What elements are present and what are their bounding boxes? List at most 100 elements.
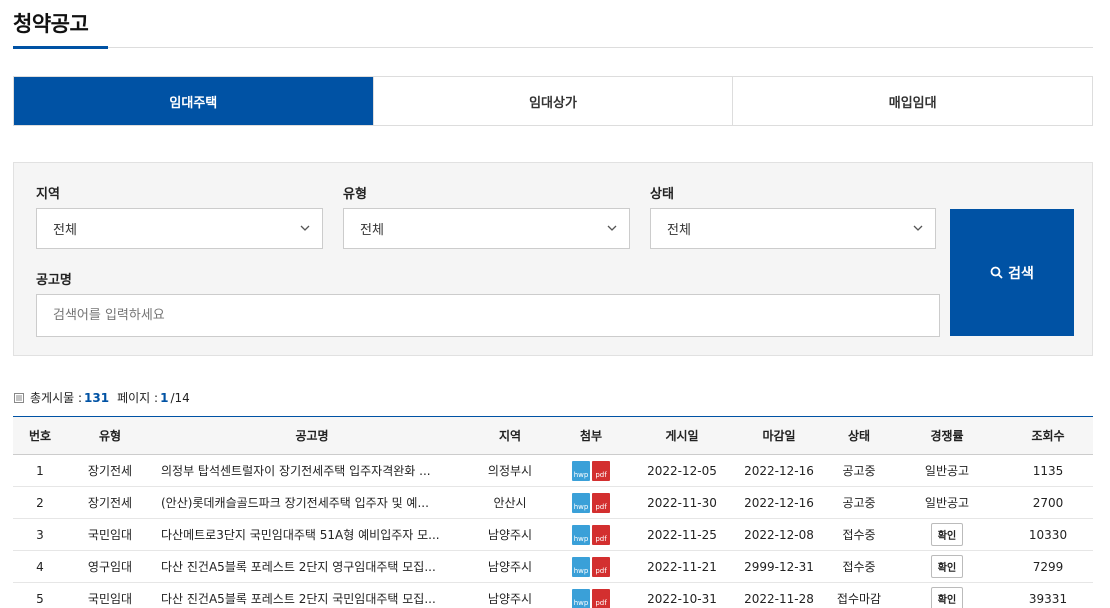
page-title: 청약공고 — [13, 12, 89, 36]
notice-title-link[interactable]: 다산메트로3단지 국민임대주택 51A형 예비입주자 모... — [153, 518, 471, 551]
tab-rental-store[interactable]: 임대상가 — [372, 77, 733, 125]
rate-text: 일반공고 — [924, 464, 970, 478]
cell-no: 2 — [13, 486, 67, 519]
cell-deadline: 2022-12-16 — [731, 454, 827, 487]
region-select[interactable]: 전체 — [36, 208, 323, 249]
total-count: 131 — [84, 390, 110, 405]
region-label: 지역 — [36, 187, 60, 202]
search-button[interactable]: 검색 — [950, 209, 1074, 336]
tab-rental-housing[interactable]: 임대주택 — [14, 77, 373, 125]
table-row[interactable]: 1 장기전세 의정부 탑석센트럴자이 장기전세주택 입주자격완화 ... 의정부시 hw… — [13, 454, 1093, 487]
header-region: 지역 — [471, 416, 549, 455]
search-input[interactable] — [36, 294, 940, 337]
type-select[interactable]: 전체 — [343, 208, 630, 249]
status-label: 상태 — [650, 187, 674, 202]
page-total: /14 — [170, 390, 190, 405]
tab-bar: 임대주택 임대상가 매입임대 — [13, 76, 1093, 126]
cell-posted-date: 2022-11-21 — [633, 550, 731, 583]
cell-competition-rate: 확인 — [891, 550, 1003, 583]
chevron-down-icon — [607, 225, 617, 231]
list-icon — [14, 392, 24, 403]
table-row[interactable]: 4 영구임대 다산 진건A5블록 포레스트 2단지 영구임대주택 모집... 남양주시… — [13, 550, 1093, 583]
cell-attachments: hwp pdf — [549, 454, 633, 487]
rate-confirm-button[interactable]: 확인 — [930, 523, 964, 546]
cell-competition-rate: 일반공고 — [891, 486, 1003, 519]
cell-region: 의정부시 — [471, 454, 549, 487]
cell-status: 접수마감 — [827, 582, 891, 608]
cell-type: 국민임대 — [67, 582, 153, 608]
search-icon — [990, 266, 1003, 279]
table-row[interactable]: 2 장기전세 (안산)롯데캐슬골드파크 장기전세주택 입주자 및 예... 안산시 hw… — [13, 486, 1093, 519]
hwp-file-icon[interactable]: hwp — [572, 492, 590, 513]
search-panel: 지역 전체 유형 전체 상태 전체 공고명 검색 — [13, 162, 1093, 356]
title-divider — [13, 47, 1093, 48]
cell-attachments: hwp pdf — [549, 486, 633, 519]
header-type: 유형 — [67, 416, 153, 455]
cell-type: 장기전세 — [67, 486, 153, 519]
header-no: 번호 — [13, 416, 67, 455]
cell-status: 접수중 — [827, 518, 891, 551]
notice-title-link[interactable]: 다산 진건A5블록 포레스트 2단지 국민임대주택 모집... — [153, 582, 471, 608]
header-competition-rate: 경쟁률 — [891, 416, 1003, 455]
cell-posted-date: 2022-12-05 — [633, 454, 731, 487]
rate-confirm-button[interactable]: 확인 — [930, 587, 964, 608]
page-current: 1 — [160, 390, 169, 405]
page-label: 페이지 : — [117, 391, 159, 405]
cell-no: 1 — [13, 454, 67, 487]
pdf-file-icon[interactable]: pdf — [592, 492, 610, 513]
table-row[interactable]: 5 국민임대 다산 진건A5블록 포레스트 2단지 국민임대주택 모집... 남양주시… — [13, 582, 1093, 608]
cell-competition-rate: 확인 — [891, 582, 1003, 608]
total-label: 총게시물 : — [30, 391, 83, 405]
title-underline — [13, 46, 108, 49]
cell-no: 5 — [13, 582, 67, 608]
cell-status: 공고중 — [827, 486, 891, 519]
cell-competition-rate: 일반공고 — [891, 454, 1003, 487]
table-row[interactable]: 3 국민임대 다산메트로3단지 국민임대주택 51A형 예비입주자 모... 남양주시… — [13, 518, 1093, 551]
notice-title-link[interactable]: 의정부 탑석센트럴자이 장기전세주택 입주자격완화 ... — [153, 454, 471, 487]
cell-attachments: hwp pdf — [549, 550, 633, 583]
cell-type: 영구임대 — [67, 550, 153, 583]
hwp-file-icon[interactable]: hwp — [572, 524, 590, 545]
header-title: 공고명 — [153, 416, 471, 455]
search-button-label: 검색 — [1008, 265, 1034, 282]
cell-posted-date: 2022-11-25 — [633, 518, 731, 551]
cell-views: 10330 — [1003, 518, 1093, 551]
hwp-file-icon[interactable]: hwp — [572, 460, 590, 481]
type-label: 유형 — [343, 187, 367, 202]
type-select-value: 전체 — [360, 223, 384, 238]
cell-no: 3 — [13, 518, 67, 551]
cell-attachments: hwp pdf — [549, 582, 633, 608]
cell-deadline: 2022-12-08 — [731, 518, 827, 551]
status-select-value: 전체 — [667, 223, 691, 238]
header-status: 상태 — [827, 416, 891, 455]
cell-views: 7299 — [1003, 550, 1093, 583]
cell-region: 남양주시 — [471, 582, 549, 608]
cell-deadline: 2022-12-16 — [731, 486, 827, 519]
cell-status: 공고중 — [827, 454, 891, 487]
notice-title-link[interactable]: (안산)롯데캐슬골드파크 장기전세주택 입주자 및 예... — [153, 486, 471, 519]
pdf-file-icon[interactable]: pdf — [592, 588, 610, 608]
hwp-file-icon[interactable]: hwp — [572, 556, 590, 577]
cell-views: 39331 — [1003, 582, 1093, 608]
result-summary: 총게시물 : 131 페이지 : 1 /14 — [14, 389, 190, 406]
cell-type: 장기전세 — [67, 454, 153, 487]
header-deadline: 마감일 — [731, 416, 827, 455]
cell-views: 1135 — [1003, 454, 1093, 487]
cell-posted-date: 2022-10-31 — [633, 582, 731, 608]
pdf-file-icon[interactable]: pdf — [592, 460, 610, 481]
notice-title-link[interactable]: 다산 진건A5블록 포레스트 2단지 영구임대주택 모집... — [153, 550, 471, 583]
tab-purchase-rental[interactable]: 매입임대 — [732, 77, 1092, 125]
pdf-file-icon[interactable]: pdf — [592, 524, 610, 545]
table-header-row: 번호 유형 공고명 지역 첨부 게시일 마감일 상태 경쟁률 조회수 — [13, 416, 1093, 455]
rate-confirm-button[interactable]: 확인 — [930, 555, 964, 578]
cell-deadline: 2022-11-28 — [731, 582, 827, 608]
pdf-file-icon[interactable]: pdf — [592, 556, 610, 577]
cell-views: 2700 — [1003, 486, 1093, 519]
header-posted-date: 게시일 — [633, 416, 731, 455]
cell-deadline: 2999-12-31 — [731, 550, 827, 583]
status-select[interactable]: 전체 — [650, 208, 936, 249]
hwp-file-icon[interactable]: hwp — [572, 588, 590, 608]
cell-region: 남양주시 — [471, 550, 549, 583]
header-views: 조회수 — [1003, 416, 1093, 455]
header-attachment: 첨부 — [549, 416, 633, 455]
